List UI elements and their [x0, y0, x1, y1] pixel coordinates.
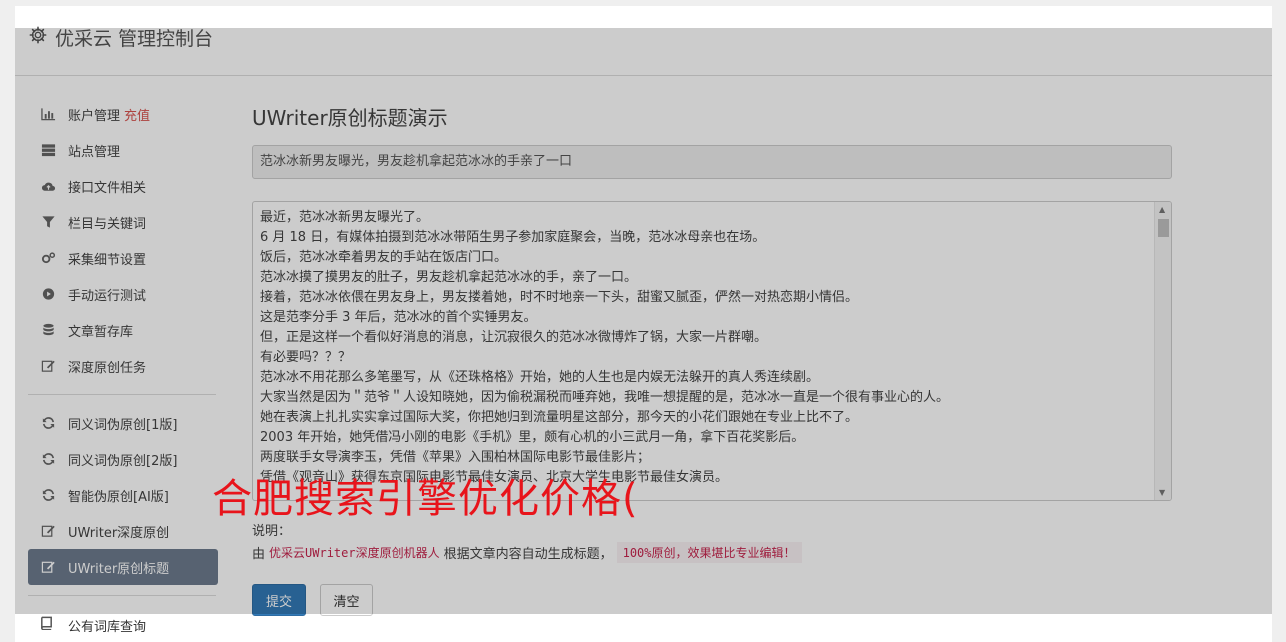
- content-line: 大家当然是因为＂范爷＂人设知晓她，因为偷税漏税而唾弃她，我唯一想提醒的是，范冰冰…: [260, 390, 950, 405]
- sidebar-divider: [28, 595, 216, 596]
- bar-chart-icon: [39, 107, 57, 121]
- sidebar-item-ai-rewrite[interactable]: 智能伪原创[AI版]: [28, 477, 218, 513]
- scroll-up-icon[interactable]: ▲: [1159, 205, 1165, 214]
- brand[interactable]: 优采云 管理控制台: [29, 24, 213, 51]
- sidebar-item-label: 同义词伪原创[1版]: [68, 417, 178, 433]
- book-icon: [39, 616, 57, 634]
- sidebar-item-label: 公有词库查询: [68, 619, 147, 635]
- app-window: 优采云 管理控制台 账户管理 充值 站点管理 接口文件相关 栏目与关键词 采集细…: [15, 6, 1272, 642]
- play-circle-icon: [39, 287, 57, 301]
- filter-icon: [39, 215, 57, 229]
- sidebar-item-public-lexicon[interactable]: 公有词库查询: [28, 612, 146, 638]
- sidebar-item-label: 同义词伪原创[2版]: [68, 453, 178, 469]
- article-content-textarea[interactable]: 最近，范冰冰新男友曝光了。 6 月 18 日，有媒体拍摄到范冰冰带陌生男子参加家庭…: [252, 201, 1172, 501]
- sidebar-item-label: 账户管理: [68, 108, 121, 124]
- page-title: UWriter原创标题演示: [252, 106, 448, 130]
- sidebar-item-keywords[interactable]: 栏目与关键词: [28, 204, 218, 240]
- content-line: 6 月 18 日，有媒体拍摄到范冰冰带陌生男子参加家庭聚会，当晚，范冰冰母亲也在…: [260, 230, 766, 245]
- sidebar-item-uwriter-title[interactable]: UWriter原创标题: [28, 549, 218, 585]
- uwriter-robot-link[interactable]: 优采云UWriter深度原创机器人: [269, 544, 440, 561]
- cloud-upload-icon: [39, 179, 57, 193]
- edit-icon: [39, 359, 57, 373]
- sidebar-item-label: UWriter深度原创: [68, 525, 170, 541]
- desc-middle: 根据文章内容自动生成标题，: [443, 547, 613, 562]
- sidebar-item-label: 栏目与关键词: [68, 216, 147, 232]
- sidebar-item-label: 手动运行测试: [68, 288, 147, 304]
- scroll-thumb[interactable]: [1158, 219, 1169, 237]
- content-line: 范冰冰不用花那么多笔墨写，从《还珠格格》开始，她的人生也是内娱无法躲开的真人秀连…: [260, 370, 820, 385]
- gears-icon: [39, 251, 57, 265]
- title-output-field[interactable]: 范冰冰新男友曝光，男友趁机拿起范冰冰的手亲了一口: [252, 145, 1172, 179]
- sidebar-item-deep-original-tasks[interactable]: 深度原创任务: [28, 348, 218, 384]
- sidebar-item-sites[interactable]: 站点管理: [28, 132, 218, 168]
- content-line: 范冰冰摸了摸男友的肚子，男友趁机拿起范冰冰的手，亲了一口。: [260, 270, 638, 285]
- app-title: 优采云 管理控制台: [55, 28, 214, 50]
- sidebar: 账户管理 充值 站点管理 接口文件相关 栏目与关键词 采集细节设置 手动运行测试…: [28, 96, 218, 606]
- content-line: 2003 年开始，她凭借冯小刚的电影《手机》里，颇有心机的小三武月一角，拿下百花…: [260, 430, 805, 445]
- sidebar-item-label: 采集细节设置: [68, 252, 147, 268]
- description: 由 优采云UWriter深度原创机器人 根据文章内容自动生成标题， 100%原创…: [252, 542, 802, 563]
- original-badge: 100%原创，效果堪比专业编辑！: [616, 542, 802, 563]
- refresh-icon: [39, 452, 57, 466]
- sidebar-item-uwriter-deep[interactable]: UWriter深度原创: [28, 513, 218, 549]
- refresh-icon: [39, 488, 57, 502]
- article-text: 最近，范冰冰新男友曝光了。 6 月 18 日，有媒体拍摄到范冰冰带陌生男子参加家庭…: [253, 202, 1171, 488]
- sidebar-item-label: 接口文件相关: [68, 180, 147, 196]
- sidebar-item-label: 深度原创任务: [68, 360, 147, 376]
- gear-icon: [29, 26, 47, 49]
- desc-prefix: 由: [252, 547, 266, 562]
- sidebar-item-label: 智能伪原创[AI版]: [68, 489, 169, 505]
- content-line: 凭借《观音山》获得东京国际电影节最佳女演员、北京大学生电影节最佳女演员。: [260, 470, 729, 485]
- sidebar-item-synonym-v1[interactable]: 同义词伪原创[1版]: [28, 405, 218, 441]
- edit-icon: [39, 560, 57, 574]
- note-label: 说明：: [252, 524, 292, 539]
- content-line: 但，正是这样一个看似好消息的消息，让沉寂很久的范冰冰微博炸了锅，大家一片群嘲。: [260, 330, 768, 345]
- sidebar-item-account[interactable]: 账户管理 充值: [28, 96, 218, 132]
- sidebar-item-label: 站点管理: [68, 144, 121, 160]
- server-icon: [39, 143, 57, 157]
- sidebar-item-label: 文章暂存库: [68, 324, 134, 340]
- sidebar-divider: [28, 394, 216, 395]
- sidebar-item-interface-files[interactable]: 接口文件相关: [28, 168, 218, 204]
- content-line: 这是范李分手 3 年后，范冰冰的首个实锤男友。: [260, 310, 537, 325]
- content-line: 她在表演上扎扎实实拿过国际大奖，你把她归到流量明星这部分，那今天的小花们跟她在专…: [260, 410, 859, 425]
- content-line: 饭后，范冰冰牵着男友的手站在饭店门口。: [260, 250, 508, 265]
- submit-button[interactable]: 提交: [252, 584, 306, 616]
- scrollbar[interactable]: ▲ ▼: [1154, 202, 1171, 500]
- scroll-down-icon[interactable]: ▼: [1159, 488, 1165, 497]
- sidebar-item-manual-run[interactable]: 手动运行测试: [28, 276, 218, 312]
- top-bar: 优采云 管理控制台: [15, 6, 1272, 76]
- sidebar-item-label: UWriter原创标题: [68, 561, 170, 577]
- content-line: 两度联手女导演李玉，凭借《苹果》入围柏林国际电影节最佳影片；: [260, 450, 651, 465]
- sidebar-item-article-store[interactable]: 文章暂存库: [28, 312, 218, 348]
- edit-icon: [39, 524, 57, 538]
- clear-button[interactable]: 清空: [320, 584, 373, 616]
- recharge-link[interactable]: 充值: [124, 105, 150, 124]
- content-line: 最近，范冰冰新男友曝光了。: [260, 210, 430, 225]
- sidebar-item-synonym-v2[interactable]: 同义词伪原创[2版]: [28, 441, 218, 477]
- refresh-icon: [39, 416, 57, 430]
- sidebar-item-collect-settings[interactable]: 采集细节设置: [28, 240, 218, 276]
- database-icon: [39, 323, 57, 337]
- content-line: 有必要吗？？？: [260, 350, 352, 365]
- main-content: UWriter原创标题演示 范冰冰新男友曝光，男友趁机拿起范冰冰的手亲了一口 最…: [252, 102, 1172, 616]
- content-line: 接着，范冰冰依偎在男友身上，男友搂着她，时不时地亲一下头，甜蜜又腻歪，俨然一对热…: [260, 290, 859, 305]
